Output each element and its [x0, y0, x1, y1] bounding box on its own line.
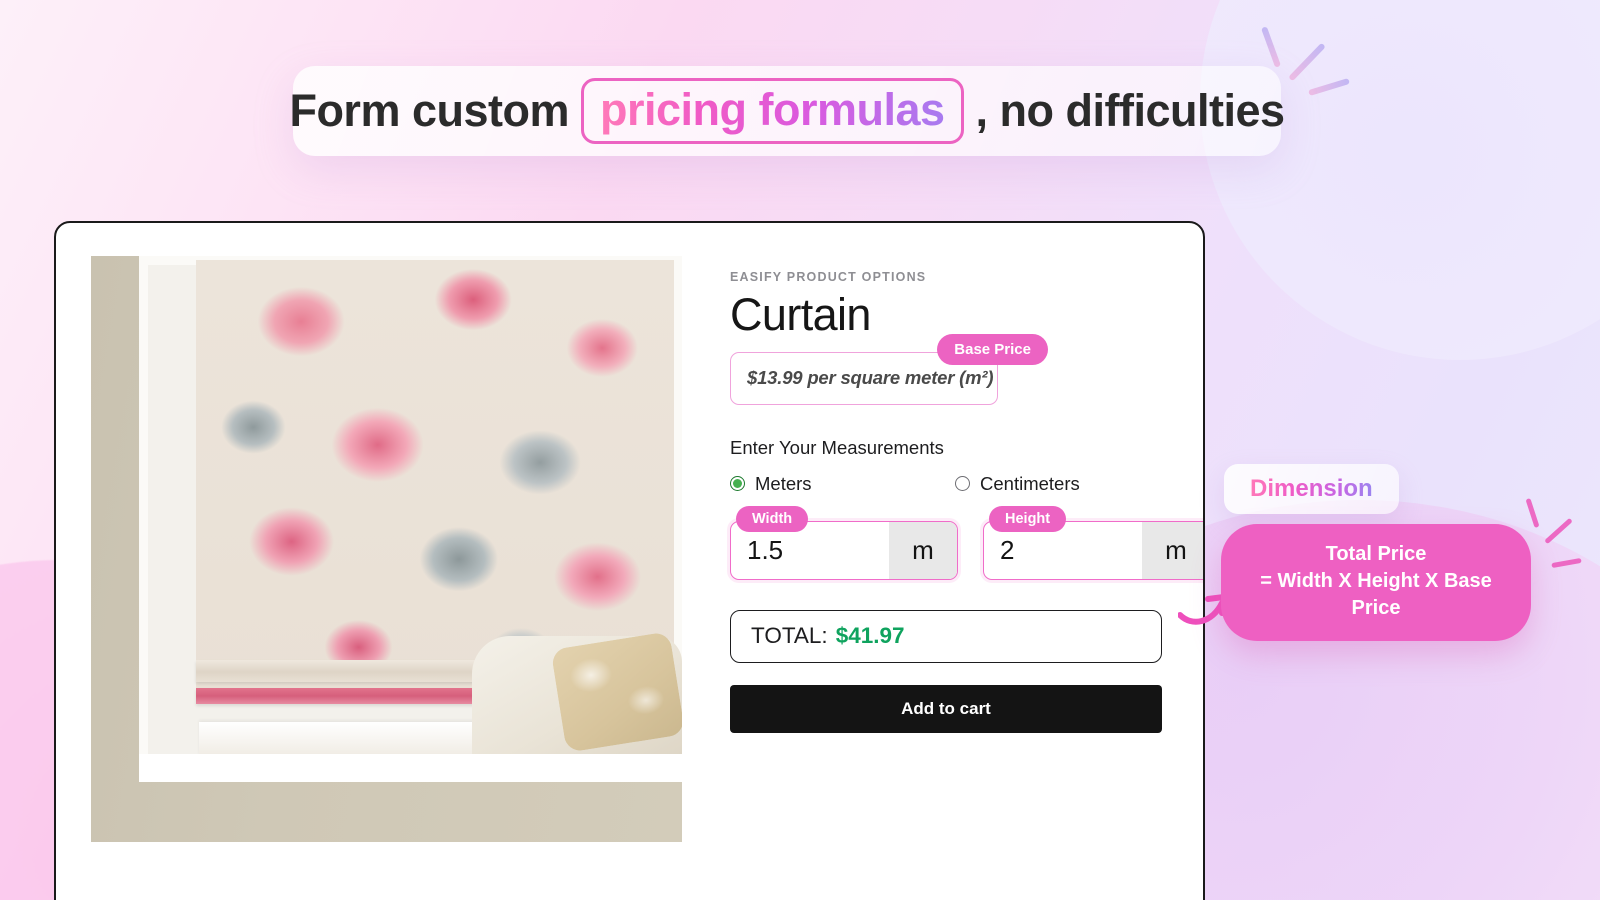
base-price-value: $13.99 per square meter (m²): [747, 366, 994, 388]
width-badge: Width: [736, 505, 809, 532]
product-image-floral-blind: [196, 260, 674, 700]
product-details: EASIFY PRODUCT OPTIONS Curtain Base Pric…: [730, 256, 1203, 842]
radio-meters-icon[interactable]: [730, 476, 745, 491]
base-price-badge: Base Price: [937, 333, 1048, 365]
formula-callout: Total Price = Width X Height X Base Pric…: [1221, 524, 1531, 641]
radio-option-meters[interactable]: Meters: [730, 473, 955, 495]
measurements-heading: Enter Your Measurements: [730, 436, 944, 458]
formula-line-2: = Width X Height X Base Price: [1260, 570, 1492, 619]
dimension-callout-label: Dimension: [1250, 475, 1373, 502]
add-to-cart-button[interactable]: Add to cart: [730, 684, 1162, 733]
product-card-inner: EASIFY PRODUCT OPTIONS Curtain Base Pric…: [56, 223, 1203, 842]
product-image[interactable]: [91, 256, 682, 842]
headline-highlight-text: pricing formulas: [599, 84, 945, 135]
base-price-group: Base Price $13.99 per square meter (m²): [730, 333, 1048, 405]
headline-suffix: , no difficulties: [975, 85, 1286, 136]
height-badge: Height: [989, 505, 1067, 532]
page-root: Form custom pricing formulas , no diffic…: [0, 0, 1600, 900]
headline-text: Form custom pricing formulas , no diffic…: [289, 78, 1286, 144]
width-unit-label: m: [889, 521, 957, 579]
product-image-floor: [139, 754, 682, 782]
product-card: EASIFY PRODUCT OPTIONS Curtain Base Pric…: [54, 221, 1205, 900]
radio-meters-label: Meters: [755, 472, 812, 494]
headline-prefix: Form custom: [289, 85, 569, 136]
total-label: TOTAL:: [751, 623, 828, 648]
headline-banner: Form custom pricing formulas , no diffic…: [289, 66, 1285, 156]
headline-highlight-box: pricing formulas: [580, 78, 964, 144]
radio-centimeters-icon[interactable]: [955, 476, 970, 491]
total-value: $41.97: [835, 623, 905, 648]
height-field-group: Height m: [983, 505, 1203, 580]
formula-line-1: Total Price: [1325, 543, 1427, 565]
product-image-window-frame: [139, 256, 682, 782]
radio-option-centimeters[interactable]: Centimeters: [955, 473, 1080, 495]
product-image-pillow: [550, 631, 682, 753]
width-field-group: Width m: [730, 505, 958, 580]
vendor-label: EASIFY PRODUCT OPTIONS: [730, 270, 927, 284]
total-box: TOTAL: $41.97: [730, 609, 1162, 663]
unit-radio-group: Meters Centimeters: [730, 473, 1203, 495]
radio-centimeters-label: Centimeters: [980, 472, 1080, 494]
dimension-row: Width m Height m: [730, 505, 1203, 580]
dimension-callout: Dimension: [1224, 464, 1399, 514]
page-title: Curtain: [730, 289, 871, 340]
